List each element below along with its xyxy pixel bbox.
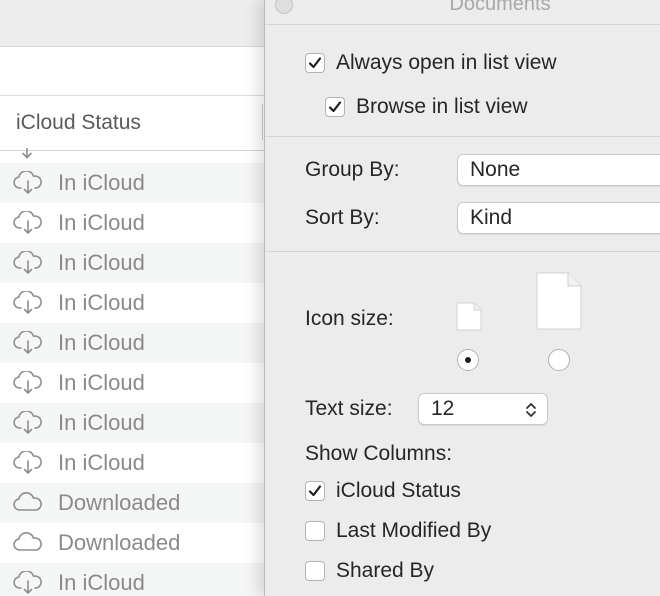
sort-by-label: Sort By: <box>305 206 380 229</box>
screen: iCloud Status In iCloud In iCloud In iClou… <box>0 0 660 596</box>
cloud-download-icon <box>12 331 44 355</box>
file-rows: In iCloud In iCloud In iCloud In iCloud In i… <box>0 163 270 596</box>
table-row[interactable]: In iCloud <box>0 163 270 203</box>
divider <box>265 251 660 252</box>
table-row[interactable]: In iCloud <box>0 283 270 323</box>
chevron-updown-icon <box>526 403 536 417</box>
cloud-download-icon <box>12 571 44 595</box>
column-divider[interactable] <box>262 104 263 140</box>
icloud-status-cell: In iCloud <box>58 410 145 435</box>
finder-toolbar <box>0 0 270 47</box>
icloud-status-cell: In iCloud <box>58 290 145 315</box>
table-row[interactable]: In iCloud <box>0 323 270 363</box>
view-options-panel: Documents Always open in list view Brows… <box>264 0 660 596</box>
table-row[interactable]: Downloaded <box>0 523 270 563</box>
table-row[interactable]: In iCloud <box>0 403 270 443</box>
column-last-modified-by-row[interactable]: Last Modified By <box>305 519 491 543</box>
icloud-status-cell: Downloaded <box>58 490 181 515</box>
divider <box>265 24 660 25</box>
browse-list-checkbox[interactable] <box>325 97 345 117</box>
column-shared-by-label: Shared By <box>336 559 435 582</box>
finder-list: iCloud Status In iCloud In iCloud In iClou… <box>0 0 270 596</box>
text-size-value: 12 <box>431 397 455 420</box>
column-shared-by-row[interactable]: Shared By <box>305 559 434 583</box>
cloud-download-icon <box>12 451 44 475</box>
column-icloud-status-label: iCloud Status <box>336 479 461 502</box>
icloud-status-cell: In iCloud <box>58 370 145 395</box>
column-icloud-status-checkbox[interactable] <box>305 481 325 501</box>
group-by-value: None <box>470 158 521 181</box>
checkmark-icon <box>308 57 322 69</box>
column-last-modified-by-checkbox[interactable] <box>305 521 325 541</box>
text-size-label: Text size: <box>305 397 393 420</box>
cloud-download-icon <box>12 291 44 315</box>
table-row[interactable]: Downloaded <box>0 483 270 523</box>
large-document-icon <box>536 272 582 330</box>
sort-by-value: Kind <box>470 206 513 229</box>
cloud-download-icon <box>12 371 44 395</box>
table-row[interactable]: In iCloud <box>0 443 270 483</box>
icloud-status-cell: Downloaded <box>58 530 181 555</box>
icloud-status-cell: In iCloud <box>58 450 145 475</box>
table-row[interactable]: In iCloud <box>0 363 270 403</box>
browse-list-label: Browse in list view <box>356 95 528 118</box>
icloud-status-cell: In iCloud <box>58 250 145 275</box>
column-header-label: iCloud Status <box>16 111 141 134</box>
always-open-list-label: Always open in list view <box>336 51 557 74</box>
icon-size-label: Icon size: <box>305 307 394 330</box>
divider <box>265 136 660 137</box>
checkmark-icon <box>328 101 342 113</box>
browse-list-row[interactable]: Browse in list view <box>325 95 528 119</box>
table-row[interactable]: In iCloud <box>0 243 270 283</box>
cloud-download-icon <box>12 171 44 195</box>
finder-pathbar <box>0 47 270 96</box>
sort-by-popup[interactable]: Kind <box>457 202 660 234</box>
panel-title: Documents <box>449 0 551 15</box>
column-last-modified-by-label: Last Modified By <box>336 519 492 542</box>
cloud-icon <box>12 531 44 555</box>
cloud-download-icon <box>12 411 44 435</box>
column-icloud-status-row[interactable]: iCloud Status <box>305 479 461 503</box>
checkmark-icon <box>308 485 322 497</box>
icloud-status-cell: In iCloud <box>58 570 145 595</box>
cloud-icon <box>12 491 44 515</box>
column-header-icloud-status[interactable]: iCloud Status <box>0 96 270 151</box>
always-open-list-checkbox[interactable] <box>305 53 325 73</box>
text-size-popup[interactable]: 12 <box>418 393 548 425</box>
always-open-list-row[interactable]: Always open in list view <box>305 51 557 75</box>
download-arrow-icon <box>22 148 32 159</box>
column-shared-by-checkbox[interactable] <box>305 561 325 581</box>
icon-size-large-radio[interactable] <box>548 349 570 371</box>
icloud-status-cell: In iCloud <box>58 210 145 235</box>
icloud-status-cell: In iCloud <box>58 170 145 195</box>
small-document-icon <box>456 302 482 331</box>
icloud-status-cell: In iCloud <box>58 330 145 355</box>
cloud-download-icon <box>12 211 44 235</box>
table-row[interactable]: In iCloud <box>0 203 270 243</box>
show-columns-label: Show Columns: <box>305 442 453 465</box>
icon-size-small-radio[interactable] <box>457 349 479 371</box>
table-row[interactable]: In iCloud <box>0 563 270 596</box>
cloud-download-icon <box>12 251 44 275</box>
group-by-label: Group By: <box>305 158 400 181</box>
radio-selected-dot <box>465 357 471 363</box>
group-by-popup[interactable]: None <box>457 154 660 186</box>
